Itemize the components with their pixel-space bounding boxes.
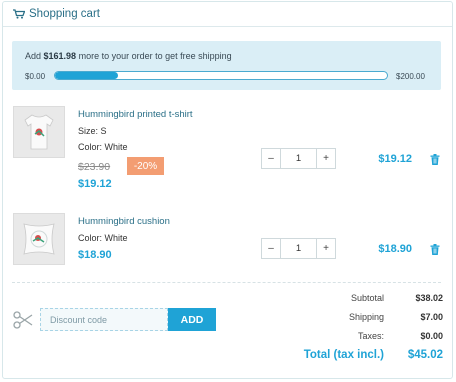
trash-icon[interactable] (430, 244, 440, 255)
quantity-decrease-button[interactable]: – (262, 239, 281, 258)
progress-max-label: $200.00 (396, 72, 425, 81)
free-shipping-box: Add $161.98 more to your order to get fr… (12, 41, 441, 90)
progress-min-label: $0.00 (25, 72, 46, 81)
line-total: $19.12 (378, 153, 412, 165)
quantity-increase-button[interactable]: + (316, 239, 335, 258)
cart-item: Hummingbird printed t-shirt Size: S Colo… (12, 106, 441, 196)
product-image-tshirt[interactable] (13, 106, 65, 158)
shipping-msg-suffix: more to your order to get free shipping (78, 51, 232, 61)
shipping-amount-left: $161.98 (43, 51, 77, 61)
discount-code-input[interactable] (40, 308, 168, 331)
quantity-stepper: – + (261, 238, 336, 259)
scissors-icon (13, 311, 33, 329)
quantity-increase-button[interactable]: + (316, 149, 335, 168)
shipping-value: $7.00 (420, 312, 443, 322)
quantity-input[interactable] (281, 149, 316, 168)
total-label: Total (tax incl.) (303, 349, 384, 361)
trash-icon[interactable] (430, 154, 440, 165)
shipping-label: Shipping (348, 312, 384, 322)
shipping-msg-prefix: Add (25, 51, 42, 61)
shopping-cart-card: Shopping cart Add $161.98 more to your o… (2, 1, 453, 379)
total-value: $45.02 (407, 349, 443, 361)
tshirt-image (24, 114, 54, 150)
taxes-value: $0.00 (420, 331, 443, 341)
subtotal-label: Subtotal (350, 293, 384, 303)
discount-badge: -20% (127, 157, 164, 175)
cart-item: Hummingbird cushion Color: White $18.90 … (12, 213, 441, 273)
unit-price: $19.12 (78, 178, 112, 190)
quantity-stepper: – + (261, 148, 336, 169)
quantity-decrease-button[interactable]: – (262, 149, 281, 168)
line-total: $18.90 (378, 243, 412, 255)
taxes-label: Taxes: (357, 331, 384, 341)
shipping-progress-fill (55, 72, 119, 79)
shipping-progress-bar (54, 71, 388, 80)
quantity-input[interactable] (281, 239, 316, 258)
cushion-image (23, 223, 55, 255)
product-name[interactable]: Hummingbird cushion (78, 216, 170, 227)
divider (12, 282, 441, 283)
product-color: Color: White (78, 233, 128, 243)
product-image-cushion[interactable] (13, 213, 65, 265)
product-name[interactable]: Hummingbird printed t-shirt (78, 109, 193, 120)
cart-icon (13, 9, 25, 19)
add-discount-button[interactable]: ADD (168, 308, 216, 331)
free-shipping-message: Add $161.98 more to your order to get fr… (25, 51, 232, 61)
cart-header: Shopping cart (3, 2, 452, 27)
subtotal-value: $38.02 (415, 293, 443, 303)
cart-title: Shopping cart (29, 8, 100, 20)
product-size: Size: S (78, 126, 107, 136)
product-color: Color: White (78, 142, 128, 152)
regular-price: $23.90 (78, 161, 111, 173)
unit-price: $18.90 (78, 249, 112, 261)
